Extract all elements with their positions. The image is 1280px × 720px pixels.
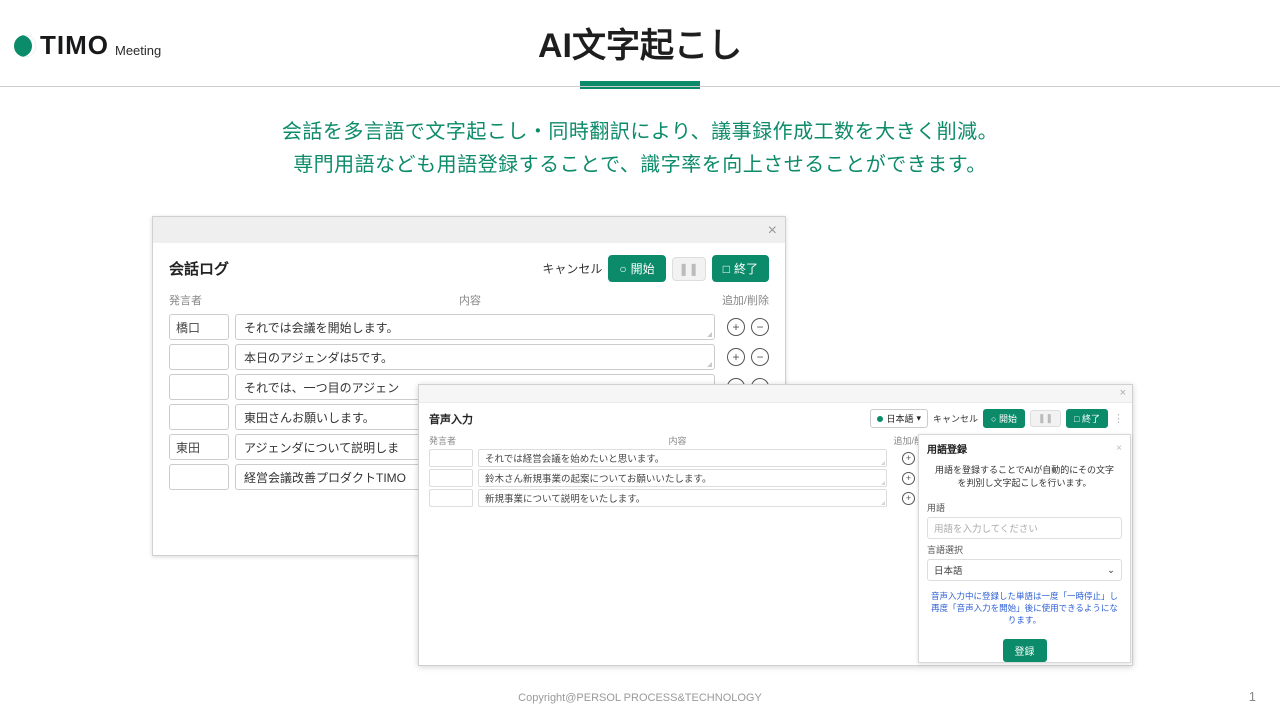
page-title: AI文字起こし <box>0 18 1280 67</box>
remove-icon[interactable]: − <box>751 348 769 366</box>
panel-heading: 用語登録 <box>927 441 1116 456</box>
col-speaker: 発言者 <box>429 434 479 447</box>
close-icon[interactable]: × <box>1120 387 1126 399</box>
panel-note: 音声入力中に登録した単語は一度「一時停止」し 再度「音声入力を開始」後に使用でき… <box>927 591 1122 627</box>
col-add-remove: 追加/削除 <box>703 292 769 308</box>
end-button[interactable]: □ 終了 <box>1066 409 1108 428</box>
add-icon[interactable]: + <box>902 452 915 465</box>
speaker-cell[interactable] <box>169 404 229 430</box>
speaker-cell[interactable] <box>169 464 229 490</box>
content-cell[interactable]: それでは経営会議を始めたいと思います。 <box>478 449 887 467</box>
speaker-cell[interactable] <box>429 489 473 507</box>
lang-select[interactable]: 日本語 ⌄ <box>927 559 1122 581</box>
modal-titlebar: × <box>419 385 1132 403</box>
chevron-down-icon: ⌄ <box>1107 565 1115 576</box>
cancel-button[interactable]: キャンセル <box>933 412 978 425</box>
col-content: 内容 <box>479 434 876 447</box>
page-number: 1 <box>1249 689 1256 704</box>
cancel-button[interactable]: キャンセル <box>542 260 602 277</box>
start-button[interactable]: ○ 開始 <box>983 409 1025 428</box>
term-label: 用語 <box>927 501 1122 514</box>
pause-button[interactable]: ❚❚ <box>1030 410 1061 427</box>
remove-icon[interactable]: − <box>751 318 769 336</box>
term-input[interactable]: 用語を入力してください <box>927 517 1122 539</box>
title-underline <box>580 81 700 89</box>
description-line1: 会話を多言語で文字起こし・同時翻訳により、議事録作成工数を大きく削減。 <box>0 116 1280 149</box>
add-icon[interactable]: + <box>902 492 915 505</box>
speaker-cell[interactable] <box>429 449 473 467</box>
term-register-panel: 用語登録 × 用語を登録することでAIが自動的にその文字を判別し文字起こしを行い… <box>918 434 1131 663</box>
speaker-cell[interactable]: 橋口 <box>169 314 229 340</box>
speaker-cell[interactable]: 東田 <box>169 434 229 460</box>
speaker-cell[interactable] <box>169 374 229 400</box>
content-cell[interactable]: 鈴木さん新規事業の起案についてお願いいたします。 <box>478 469 887 487</box>
log-row: 橋口それでは会議を開始します。 +− <box>169 314 769 340</box>
content-cell[interactable]: 新規事業について説明をいたします。 <box>478 489 887 507</box>
register-button[interactable]: 登録 <box>1003 639 1047 662</box>
lang-label: 言語選択 <box>927 543 1122 556</box>
modal-titlebar: × <box>153 217 785 243</box>
close-icon[interactable]: × <box>1116 443 1122 454</box>
description-line2: 専門用語なども用語登録することで、識字率を向上させることができます。 <box>0 149 1280 182</box>
copyright: Copyright@PERSOL PROCESS&TECHNOLOGY <box>0 692 1280 704</box>
modal-heading: 会話ログ <box>169 258 542 279</box>
slide: TIMO Meeting AI文字起こし 会話を多言語で文字起こし・同時翻訳によ… <box>0 0 1280 720</box>
speaker-cell[interactable] <box>429 469 473 487</box>
dot-icon <box>877 416 883 422</box>
content-cell[interactable]: 本日のアジェンダは5です。 <box>235 344 715 370</box>
add-icon[interactable]: + <box>727 348 745 366</box>
end-button[interactable]: □ 終了 <box>712 255 769 282</box>
col-content: 内容 <box>237 292 703 308</box>
start-button[interactable]: ○ 開始 <box>608 255 665 282</box>
panel-description: 用語を登録することでAIが自動的にその文字を判別し文字起こしを行います。 <box>927 464 1122 497</box>
top-divider <box>0 86 1280 87</box>
add-icon[interactable]: + <box>902 472 915 485</box>
modal-heading: 音声入力 <box>429 411 870 427</box>
description: 会話を多言語で文字起こし・同時翻訳により、議事録作成工数を大きく削減。 専門用語… <box>0 116 1280 182</box>
add-icon[interactable]: + <box>727 318 745 336</box>
pause-button[interactable]: ❚❚ <box>672 257 706 281</box>
close-icon[interactable]: × <box>768 222 777 240</box>
kebab-icon[interactable]: ⋮ <box>1113 412 1124 425</box>
speaker-cell[interactable] <box>169 344 229 370</box>
log-row: 本日のアジェンダは5です。 +− <box>169 344 769 370</box>
content-cell[interactable]: それでは会議を開始します。 <box>235 314 715 340</box>
col-speaker: 発言者 <box>169 292 237 308</box>
title-wrap: AI文字起こし <box>0 18 1280 89</box>
language-chip[interactable]: 日本語 ▾ <box>870 409 928 428</box>
